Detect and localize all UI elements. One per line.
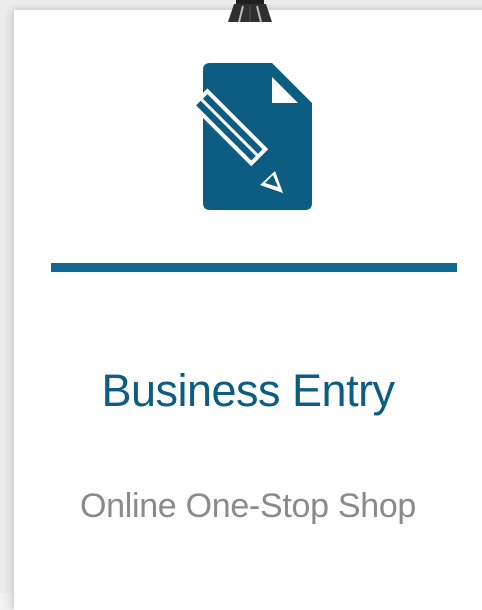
document-edit-icon (190, 63, 312, 210)
card-subtitle: Online One-Stop Shop (79, 487, 417, 525)
card-title[interactable]: Business Entry (0, 368, 482, 413)
accent-divider (51, 263, 457, 272)
binder-clip-icon (228, 0, 272, 22)
